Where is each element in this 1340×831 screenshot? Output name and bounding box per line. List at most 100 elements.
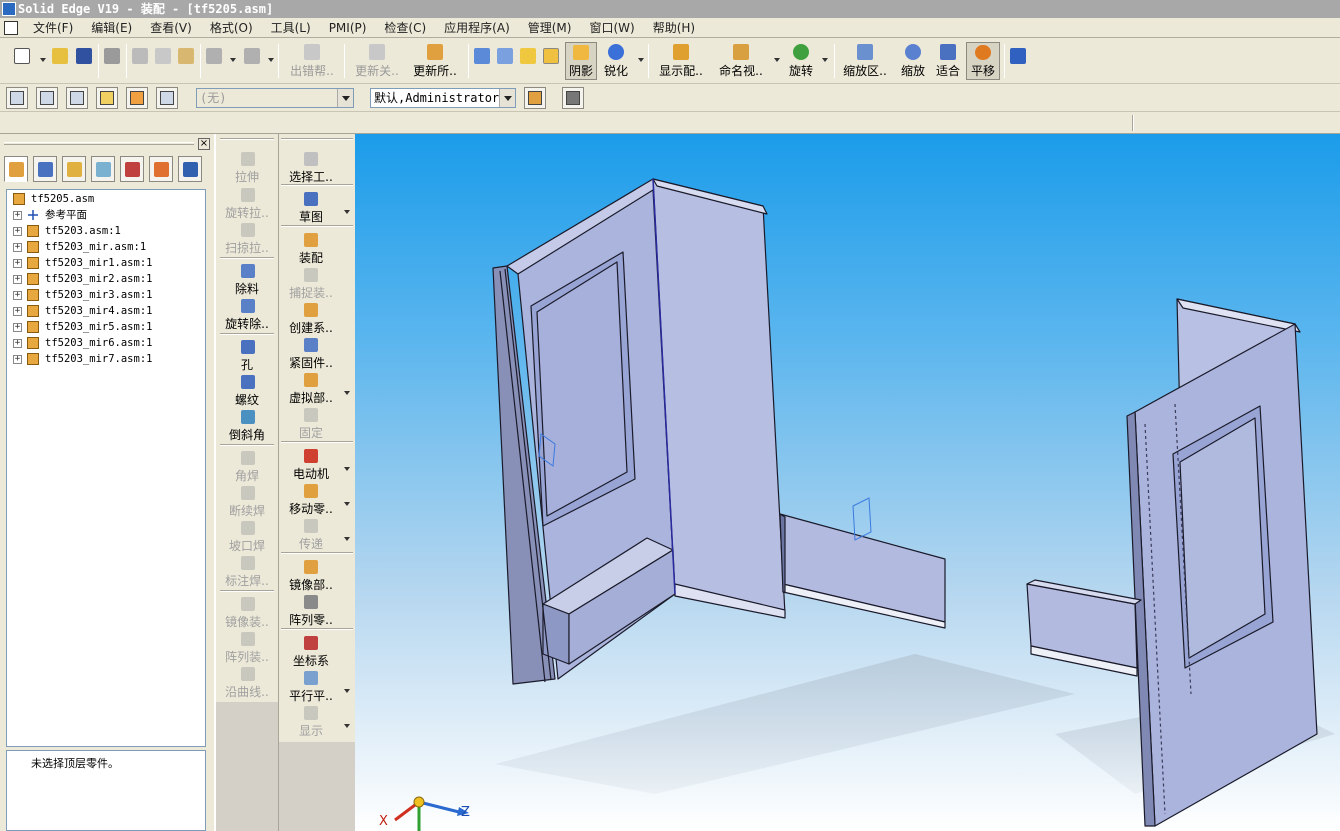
parallel-plane-button[interactable]: 平行平..: [280, 671, 350, 705]
pan-button[interactable]: 平移: [966, 42, 1000, 80]
select-assembly-icon[interactable]: [6, 87, 28, 109]
tab-layers[interactable]: [91, 156, 115, 182]
rotate-button[interactable]: 旋转: [786, 42, 816, 80]
tab-assembly-pathfinder[interactable]: [4, 156, 28, 182]
fastener-button[interactable]: 紧固件..: [280, 338, 342, 372]
named-views-dropdown-icon[interactable]: [774, 58, 780, 62]
sharpen-dropdown-icon[interactable]: [638, 58, 644, 62]
groove-weld-button[interactable]: 坡口焊: [217, 521, 277, 555]
chevron-down-icon[interactable]: [344, 467, 350, 471]
visible-edges-icon[interactable]: [543, 48, 559, 64]
tab-sensors[interactable]: [120, 156, 144, 182]
select-body-icon[interactable]: [156, 87, 178, 109]
display-button[interactable]: 显示: [280, 706, 350, 740]
extrude-button[interactable]: 拉伸: [217, 152, 277, 186]
tool-settings-icon[interactable]: [562, 87, 584, 109]
open-folder-icon[interactable]: [52, 48, 68, 64]
expand-icon[interactable]: +: [13, 339, 22, 348]
document-icon[interactable]: [4, 20, 18, 35]
along-curve-button[interactable]: 沿曲线..: [217, 667, 277, 701]
view-dimetric-icon[interactable]: [497, 48, 513, 64]
menu-file[interactable]: 文件(F): [24, 19, 82, 36]
menu-tools[interactable]: 工具(L): [262, 19, 320, 36]
sketch-button[interactable]: 草图: [280, 192, 350, 226]
menu-applications[interactable]: 应用程序(A): [435, 19, 519, 36]
chamfer-button[interactable]: 倒斜角: [217, 410, 277, 444]
select-part-icon[interactable]: [66, 87, 88, 109]
undo-dropdown-icon[interactable]: [230, 58, 236, 62]
expand-icon[interactable]: +: [13, 307, 22, 316]
select-subassembly-icon[interactable]: [36, 87, 58, 109]
pattern-part-button[interactable]: 阵列零..: [280, 595, 342, 629]
revolve-protrusion-button[interactable]: 旋转拉..: [217, 188, 277, 222]
redo-icon[interactable]: [244, 48, 260, 64]
fillet-weld-button[interactable]: 角焊: [217, 451, 277, 485]
select-face-icon[interactable]: [126, 87, 148, 109]
stitch-weld-button[interactable]: 断续焊: [217, 486, 277, 520]
menu-window[interactable]: 窗口(W): [580, 19, 643, 36]
select-tool-button[interactable]: 选择工..: [280, 152, 342, 186]
chevron-down-icon[interactable]: [344, 210, 350, 214]
zoom-button[interactable]: 缩放: [898, 42, 928, 80]
pattern-assembly-button[interactable]: 阵列装..: [217, 632, 277, 666]
expand-icon[interactable]: +: [13, 323, 22, 332]
move-part-button[interactable]: 移动零..: [280, 484, 350, 518]
tab-parts-library[interactable]: [33, 156, 57, 182]
menu-edit[interactable]: 编辑(E): [82, 19, 141, 36]
display-config-button[interactable]: 显示配..: [655, 42, 707, 80]
properties-icon[interactable]: [524, 87, 546, 109]
sharpen-button[interactable]: 锐化: [600, 42, 632, 80]
chevron-down-icon[interactable]: [344, 689, 350, 693]
layer-select[interactable]: (无): [196, 88, 354, 108]
update-related-button[interactable]: 更新关..: [350, 42, 404, 80]
new-dropdown-icon[interactable]: [40, 58, 46, 62]
wireframe-icon[interactable]: [520, 48, 536, 64]
mirror-part-button[interactable]: 镜像部..: [280, 560, 342, 594]
thread-button[interactable]: 螺纹: [217, 375, 277, 409]
swept-protrusion-button[interactable]: 扫掠拉..: [217, 223, 277, 257]
cut-icon[interactable]: [132, 48, 148, 64]
expand-icon[interactable]: +: [13, 211, 22, 220]
chevron-down-icon[interactable]: [499, 89, 515, 107]
update-all-button[interactable]: 更新所..: [408, 42, 462, 80]
chevron-down-icon[interactable]: [337, 89, 353, 107]
chevron-down-icon[interactable]: [344, 391, 350, 395]
copy-icon[interactable]: [155, 48, 171, 64]
zoom-area-button[interactable]: 缩放区..: [840, 42, 890, 80]
paste-icon[interactable]: [178, 48, 194, 64]
menu-pmi[interactable]: PMI(P): [320, 21, 376, 35]
menu-inspect[interactable]: 检查(C): [375, 19, 435, 36]
expand-icon[interactable]: +: [13, 275, 22, 284]
coordinate-system-button[interactable]: 坐标系: [280, 636, 342, 670]
menu-view[interactable]: 查看(V): [141, 19, 201, 36]
select-peer-icon[interactable]: [96, 87, 118, 109]
named-views-button[interactable]: 命名视..: [714, 42, 768, 80]
mirror-assembly-button[interactable]: 镜像装..: [217, 597, 277, 631]
menu-manage[interactable]: 管理(M): [519, 19, 581, 36]
expand-icon[interactable]: +: [13, 355, 22, 364]
chevron-down-icon[interactable]: [344, 537, 350, 541]
menu-help[interactable]: 帮助(H): [644, 19, 704, 36]
user-select[interactable]: 默认,Administrator: [370, 88, 516, 108]
right-part[interactable]: [1026, 298, 1318, 827]
redo-dropdown-icon[interactable]: [268, 58, 274, 62]
tab-configurations[interactable]: [178, 156, 202, 182]
expand-icon[interactable]: +: [13, 227, 22, 236]
ground-button[interactable]: 固定: [280, 408, 342, 442]
transfer-button[interactable]: 传递: [280, 519, 350, 553]
new-file-icon[interactable]: [14, 48, 30, 64]
menu-format[interactable]: 格式(O): [201, 19, 262, 36]
error-help-button[interactable]: 出错帮..: [285, 42, 339, 80]
graphics-viewport[interactable]: X Z: [355, 134, 1340, 831]
panel-grip[interactable]: [4, 142, 194, 145]
capture-fit-button[interactable]: 捕捉装..: [280, 268, 342, 302]
weld-label-button[interactable]: 标注焊..: [217, 556, 277, 590]
shading-button[interactable]: 阴影: [565, 42, 597, 80]
view-iso-icon[interactable]: [474, 48, 490, 64]
close-icon[interactable]: ×: [198, 138, 210, 150]
assemble-button[interactable]: 装配: [280, 233, 342, 267]
tab-reports[interactable]: [149, 156, 173, 182]
whats-this-help-icon[interactable]: [1010, 48, 1026, 64]
rotate-dropdown-icon[interactable]: [822, 58, 828, 62]
expand-icon[interactable]: +: [13, 243, 22, 252]
